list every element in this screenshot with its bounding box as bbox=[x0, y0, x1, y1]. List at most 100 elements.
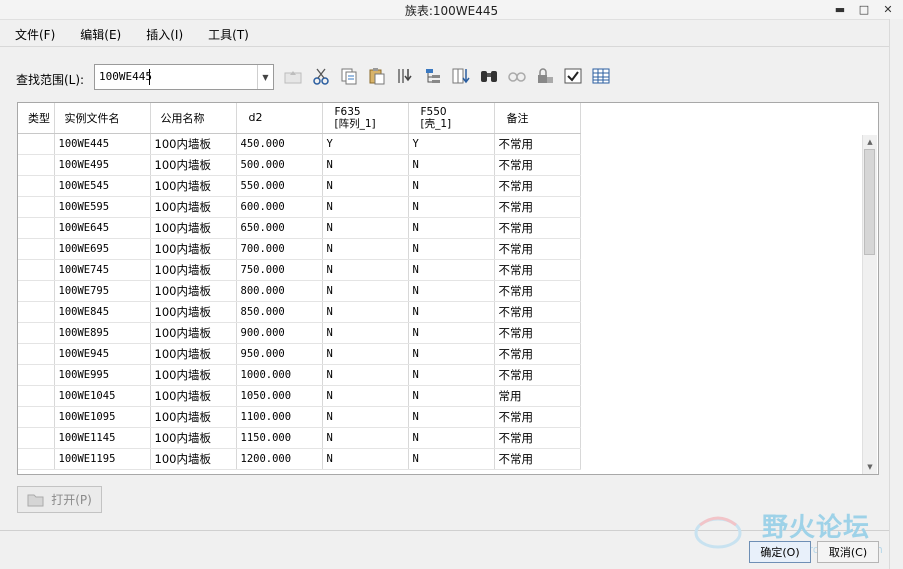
cell-f550[interactable]: N bbox=[408, 175, 495, 197]
cell-instance-filename[interactable]: 100WE745 bbox=[54, 259, 151, 281]
cell-type[interactable] bbox=[18, 238, 55, 260]
cell-instance-filename[interactable]: 100WE1095 bbox=[54, 406, 151, 428]
cell-note[interactable]: 不常用 bbox=[494, 343, 581, 365]
cell-common-name[interactable]: 100内墙板 bbox=[150, 406, 237, 428]
cell-common-name[interactable]: 100内墙板 bbox=[150, 385, 237, 407]
cell-instance-filename[interactable]: 100WE1045 bbox=[54, 385, 151, 407]
cell-f635[interactable]: N bbox=[322, 364, 409, 386]
cell-note[interactable]: 不常用 bbox=[494, 364, 581, 386]
cell-common-name[interactable]: 100内墙板 bbox=[150, 364, 237, 386]
cell-note[interactable]: 不常用 bbox=[494, 196, 581, 218]
cell-f635[interactable]: N bbox=[322, 448, 409, 470]
cell-f550[interactable]: N bbox=[408, 322, 495, 344]
check-icon[interactable] bbox=[562, 64, 584, 88]
cell-f550[interactable]: N bbox=[408, 301, 495, 323]
cell-common-name[interactable]: 100内墙板 bbox=[150, 154, 237, 176]
cell-f635[interactable]: N bbox=[322, 154, 409, 176]
cell-f635[interactable]: N bbox=[322, 385, 409, 407]
cell-common-name[interactable]: 100内墙板 bbox=[150, 259, 237, 281]
menu-file[interactable]: 文件(F) bbox=[15, 26, 55, 43]
cell-instance-filename[interactable]: 100WE945 bbox=[54, 343, 151, 365]
cell-f550[interactable]: N bbox=[408, 406, 495, 428]
cell-type[interactable] bbox=[18, 343, 55, 365]
cell-f550[interactable]: N bbox=[408, 259, 495, 281]
cell-f635[interactable]: N bbox=[322, 259, 409, 281]
cell-instance-filename[interactable]: 100WE445 bbox=[54, 133, 151, 155]
insert-column-icon[interactable] bbox=[394, 64, 416, 88]
cell-d2[interactable]: 1150.000 bbox=[236, 427, 323, 449]
cell-f550[interactable]: N bbox=[408, 217, 495, 239]
cell-f550[interactable]: N bbox=[408, 427, 495, 449]
header-d2[interactable]: d2 bbox=[236, 103, 323, 134]
header-note[interactable]: 备注 bbox=[494, 103, 581, 134]
cell-type[interactable] bbox=[18, 385, 55, 407]
paste-icon[interactable] bbox=[366, 64, 388, 88]
cell-d2[interactable]: 450.000 bbox=[236, 133, 323, 155]
cell-instance-filename[interactable]: 100WE545 bbox=[54, 175, 151, 197]
table-row[interactable]: 100WE745 100内墙板 750.000 N N 不常用 bbox=[18, 259, 581, 281]
cell-instance-filename[interactable]: 100WE495 bbox=[54, 154, 151, 176]
cell-type[interactable] bbox=[18, 175, 55, 197]
cut-icon[interactable] bbox=[310, 64, 332, 88]
cell-common-name[interactable]: 100内墙板 bbox=[150, 322, 237, 344]
ok-button[interactable]: 确定(O) bbox=[749, 541, 811, 563]
table-row[interactable]: 100WE795 100内墙板 800.000 N N 不常用 bbox=[18, 280, 581, 302]
cell-note[interactable]: 不常用 bbox=[494, 280, 581, 302]
cell-d2[interactable]: 850.000 bbox=[236, 301, 323, 323]
menu-tools[interactable]: 工具(T) bbox=[208, 26, 249, 43]
cell-f635[interactable]: N bbox=[322, 322, 409, 344]
cell-note[interactable]: 不常用 bbox=[494, 217, 581, 239]
table-row[interactable]: 100WE995 100内墙板 1000.000 N N 不常用 bbox=[18, 364, 581, 386]
cell-f550[interactable]: N bbox=[408, 448, 495, 470]
cell-note[interactable]: 不常用 bbox=[494, 238, 581, 260]
cell-f550[interactable]: N bbox=[408, 364, 495, 386]
cell-type[interactable] bbox=[18, 406, 55, 428]
cell-instance-filename[interactable]: 100WE1195 bbox=[54, 448, 151, 470]
cell-instance-filename[interactable]: 100WE695 bbox=[54, 238, 151, 260]
cell-common-name[interactable]: 100内墙板 bbox=[150, 196, 237, 218]
cell-d2[interactable]: 600.000 bbox=[236, 196, 323, 218]
cell-f635[interactable]: N bbox=[322, 238, 409, 260]
tree-icon[interactable] bbox=[422, 64, 444, 88]
cell-type[interactable] bbox=[18, 427, 55, 449]
cell-type[interactable] bbox=[18, 133, 55, 155]
cell-f550[interactable]: N bbox=[408, 196, 495, 218]
lock-icon[interactable] bbox=[534, 64, 556, 88]
cell-d2[interactable]: 650.000 bbox=[236, 217, 323, 239]
column-icon[interactable] bbox=[450, 64, 472, 88]
cell-common-name[interactable]: 100内墙板 bbox=[150, 133, 237, 155]
glasses-icon[interactable] bbox=[506, 64, 528, 88]
cell-common-name[interactable]: 100内墙板 bbox=[150, 238, 237, 260]
cell-f550[interactable]: N bbox=[408, 280, 495, 302]
cell-note[interactable]: 不常用 bbox=[494, 259, 581, 281]
scroll-thumb[interactable] bbox=[864, 149, 875, 255]
open-button[interactable]: 打开(P) bbox=[17, 486, 102, 513]
cell-d2[interactable]: 900.000 bbox=[236, 322, 323, 344]
cell-f635[interactable]: N bbox=[322, 175, 409, 197]
menu-edit[interactable]: 编辑(E) bbox=[80, 26, 121, 43]
cell-type[interactable] bbox=[18, 301, 55, 323]
table-row[interactable]: 100WE1045 100内墙板 1050.000 N N 常用 bbox=[18, 385, 581, 407]
cell-type[interactable] bbox=[18, 259, 55, 281]
maximize-icon[interactable]: □ bbox=[857, 0, 871, 18]
scroll-up-icon[interactable]: ▲ bbox=[863, 135, 877, 149]
cell-note[interactable]: 不常用 bbox=[494, 448, 581, 470]
header-f635[interactable]: F635 [阵列_1] bbox=[322, 103, 409, 134]
menu-insert[interactable]: 插入(I) bbox=[146, 26, 183, 43]
cell-note[interactable]: 不常用 bbox=[494, 427, 581, 449]
table-icon[interactable] bbox=[590, 64, 612, 88]
cell-common-name[interactable]: 100内墙板 bbox=[150, 280, 237, 302]
cell-f635[interactable]: N bbox=[322, 217, 409, 239]
cell-type[interactable] bbox=[18, 217, 55, 239]
chevron-down-icon[interactable]: ▼ bbox=[257, 65, 273, 89]
cell-type[interactable] bbox=[18, 322, 55, 344]
cell-f635[interactable]: N bbox=[322, 280, 409, 302]
up-level-icon[interactable] bbox=[282, 64, 304, 88]
cell-d2[interactable]: 750.000 bbox=[236, 259, 323, 281]
table-row[interactable]: 100WE945 100内墙板 950.000 N N 不常用 bbox=[18, 343, 581, 365]
header-common-name[interactable]: 公用名称 bbox=[150, 103, 237, 134]
cell-common-name[interactable]: 100内墙板 bbox=[150, 448, 237, 470]
scroll-down-icon[interactable]: ▼ bbox=[863, 460, 877, 474]
cell-d2[interactable]: 700.000 bbox=[236, 238, 323, 260]
table-row[interactable]: 100WE845 100内墙板 850.000 N N 不常用 bbox=[18, 301, 581, 323]
